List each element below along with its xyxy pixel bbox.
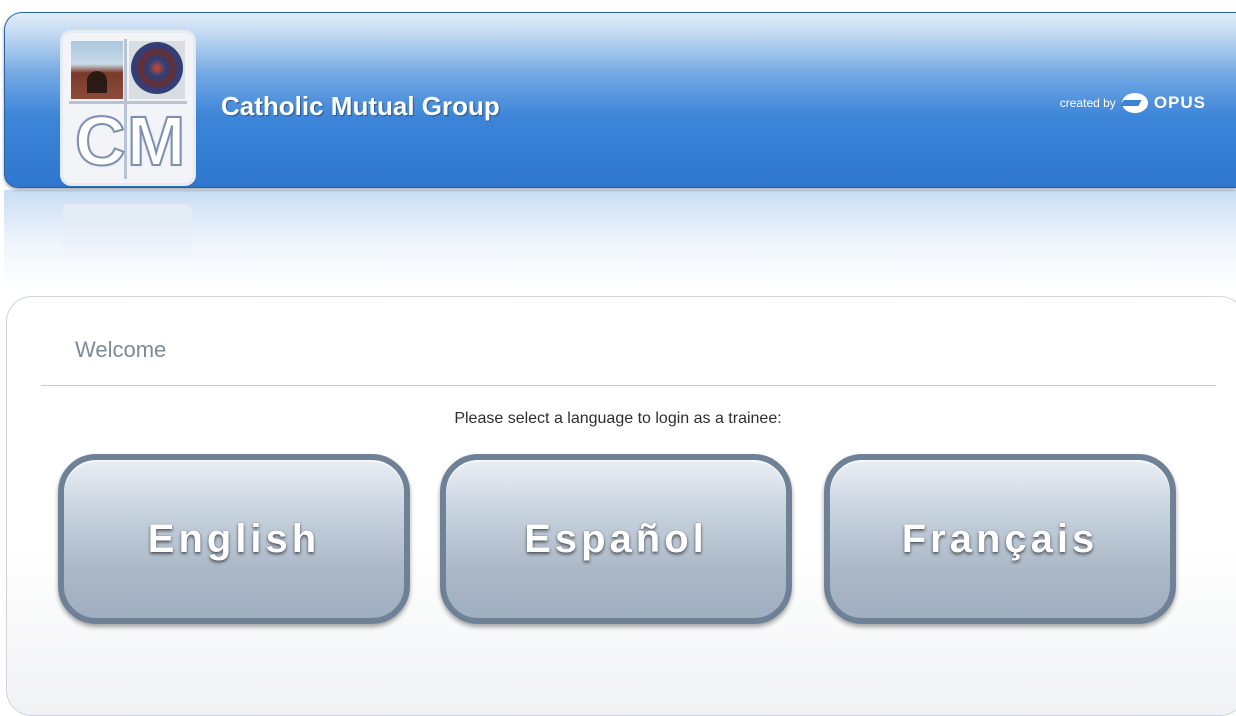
english-label: English bbox=[147, 516, 321, 561]
stained-glass-icon bbox=[129, 41, 185, 99]
header-banner: C M Catholic Mutual Group created by OPU… bbox=[4, 12, 1236, 188]
french-label: Français bbox=[901, 516, 1099, 561]
company-logo[interactable]: C M bbox=[63, 33, 193, 183]
divider bbox=[41, 385, 1216, 386]
language-prompt: Please select a language to login as a t… bbox=[454, 410, 782, 427]
logo-letter-c: C bbox=[74, 102, 127, 180]
logo-reflection bbox=[62, 204, 192, 264]
header-reflection bbox=[4, 190, 1236, 290]
french-button[interactable]: Français bbox=[824, 454, 1176, 624]
credit-brand: OPUS bbox=[1153, 93, 1206, 112]
page-title: Welcome bbox=[75, 337, 167, 362]
logo-letter-m: M bbox=[126, 102, 186, 180]
spanish-label: Español bbox=[524, 516, 708, 561]
church-photo-icon bbox=[71, 41, 123, 99]
company-name: Catholic Mutual Group bbox=[221, 91, 500, 121]
opus-logo-icon bbox=[1121, 93, 1148, 113]
spanish-button[interactable]: Español bbox=[440, 454, 792, 624]
english-button[interactable]: English bbox=[58, 454, 410, 624]
credit-prefix: created by bbox=[1059, 96, 1116, 110]
created-by-credit[interactable]: created by OPUS bbox=[1060, 93, 1206, 113]
